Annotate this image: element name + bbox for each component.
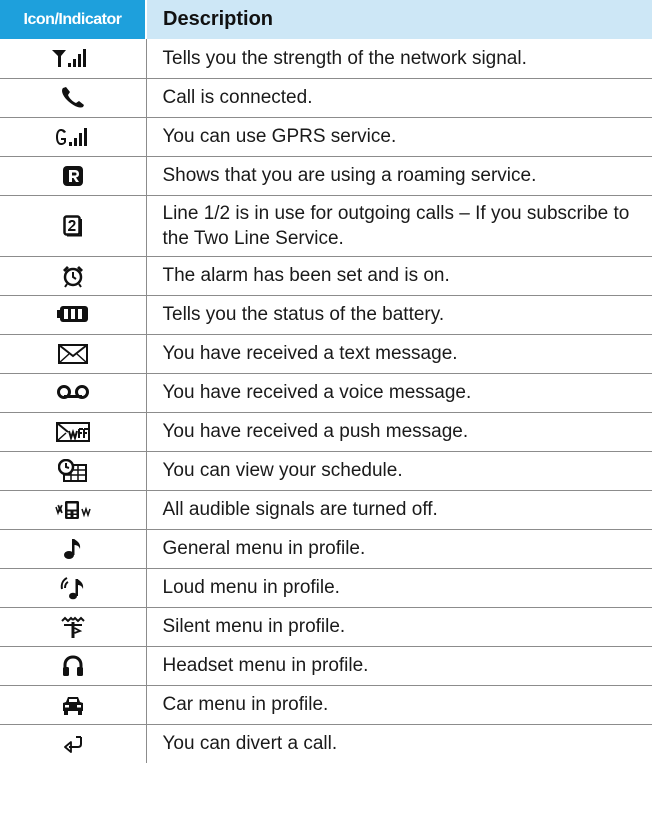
icon-cell bbox=[0, 646, 147, 686]
table-row: Line 1/2 is in use for outgoing calls – … bbox=[0, 195, 652, 257]
description-cell: Loud menu in profile. bbox=[146, 568, 652, 608]
description-cell: General menu in profile. bbox=[146, 529, 652, 569]
icon-cell bbox=[0, 529, 147, 569]
icon-cell bbox=[0, 568, 147, 608]
silent-profile-icon bbox=[60, 615, 86, 639]
table-row: You can use GPRS service. bbox=[0, 117, 652, 157]
description-cell: Silent menu in profile. bbox=[146, 607, 652, 647]
description-cell: All audible signals are turned off. bbox=[146, 490, 652, 530]
icon-cell bbox=[0, 373, 147, 413]
description-cell: Car menu in profile. bbox=[146, 685, 652, 725]
table-row: Call is connected. bbox=[0, 78, 652, 118]
icon-cell bbox=[0, 724, 147, 763]
table-row: You can view your schedule. bbox=[0, 451, 652, 491]
table-row: You have received a text message. bbox=[0, 334, 652, 374]
icon-cell bbox=[0, 685, 147, 725]
description-cell: Line 1/2 is in use for outgoing calls – … bbox=[146, 195, 652, 257]
call-divert-icon bbox=[62, 735, 84, 753]
icon-cell bbox=[0, 451, 147, 491]
icon-cell bbox=[0, 78, 147, 118]
headset-icon bbox=[62, 654, 84, 677]
description-cell: You can use GPRS service. bbox=[146, 117, 652, 157]
table-row: Car menu in profile. bbox=[0, 685, 652, 725]
icon-cell bbox=[0, 117, 147, 157]
description-cell: You have received a push message. bbox=[146, 412, 652, 452]
signal-strength-icon bbox=[51, 48, 95, 68]
description-column-header: Description bbox=[146, 0, 652, 39]
table-row: Shows that you are using a roaming servi… bbox=[0, 156, 652, 196]
music-note-icon bbox=[63, 537, 83, 561]
alarm-clock-icon bbox=[60, 264, 86, 288]
schedule-icon bbox=[57, 458, 88, 483]
battery-icon bbox=[56, 305, 89, 323]
description-cell: You have received a voice message. bbox=[146, 373, 652, 413]
description-cell: Tells you the strength of the network si… bbox=[146, 39, 652, 79]
description-cell: The alarm has been set and is on. bbox=[146, 256, 652, 296]
table-row: Loud menu in profile. bbox=[0, 568, 652, 608]
vibrate-silent-icon bbox=[55, 499, 91, 521]
icon-cell bbox=[0, 39, 147, 79]
icon-column-header: Icon/Indicator bbox=[0, 0, 147, 39]
icon-cell bbox=[0, 256, 147, 296]
table-row: You can divert a call. bbox=[0, 724, 652, 763]
icon-cell bbox=[0, 195, 147, 257]
description-cell: You can divert a call. bbox=[162, 733, 338, 755]
voicemail-icon bbox=[56, 384, 90, 400]
icon-cell bbox=[0, 295, 147, 335]
table-row: Silent menu in profile. bbox=[0, 607, 652, 647]
icon-cell bbox=[0, 490, 147, 530]
icon-cell bbox=[0, 156, 147, 196]
description-cell: You can view your schedule. bbox=[146, 451, 652, 491]
description-cell: Tells you the status of the battery. bbox=[146, 295, 652, 335]
icon-indicator-table: Icon/Indicator Description Tells you the… bbox=[0, 0, 652, 763]
description-cell: Call is connected. bbox=[146, 78, 652, 118]
table-row: All audible signals are turned off. bbox=[0, 490, 652, 530]
line-2-icon bbox=[63, 214, 83, 237]
car-icon bbox=[61, 694, 85, 716]
icon-cell bbox=[0, 607, 147, 647]
table-row: Tells you the status of the battery. bbox=[0, 295, 652, 335]
phone-handset-icon bbox=[60, 86, 86, 110]
roaming-icon bbox=[62, 165, 84, 187]
push-message-icon bbox=[55, 421, 90, 443]
table-row: You have received a voice message. bbox=[0, 373, 652, 413]
table-header-row: Icon/Indicator Description bbox=[0, 0, 652, 39]
table-row: You have received a push message. bbox=[0, 412, 652, 452]
envelope-icon bbox=[57, 343, 88, 364]
icon-cell bbox=[0, 412, 147, 452]
table-row: Headset menu in profile. bbox=[0, 646, 652, 686]
description-cell: Shows that you are using a roaming servi… bbox=[146, 156, 652, 196]
loud-speaker-icon bbox=[60, 575, 86, 601]
gprs-signal-icon bbox=[55, 127, 91, 147]
table-row: The alarm has been set and is on. bbox=[0, 256, 652, 296]
table-row: Tells you the strength of the network si… bbox=[0, 39, 652, 79]
table-row: General menu in profile. bbox=[0, 529, 652, 569]
description-cell: You have received a text message. bbox=[146, 334, 652, 374]
icon-cell bbox=[0, 334, 147, 374]
description-cell: Headset menu in profile. bbox=[146, 646, 652, 686]
